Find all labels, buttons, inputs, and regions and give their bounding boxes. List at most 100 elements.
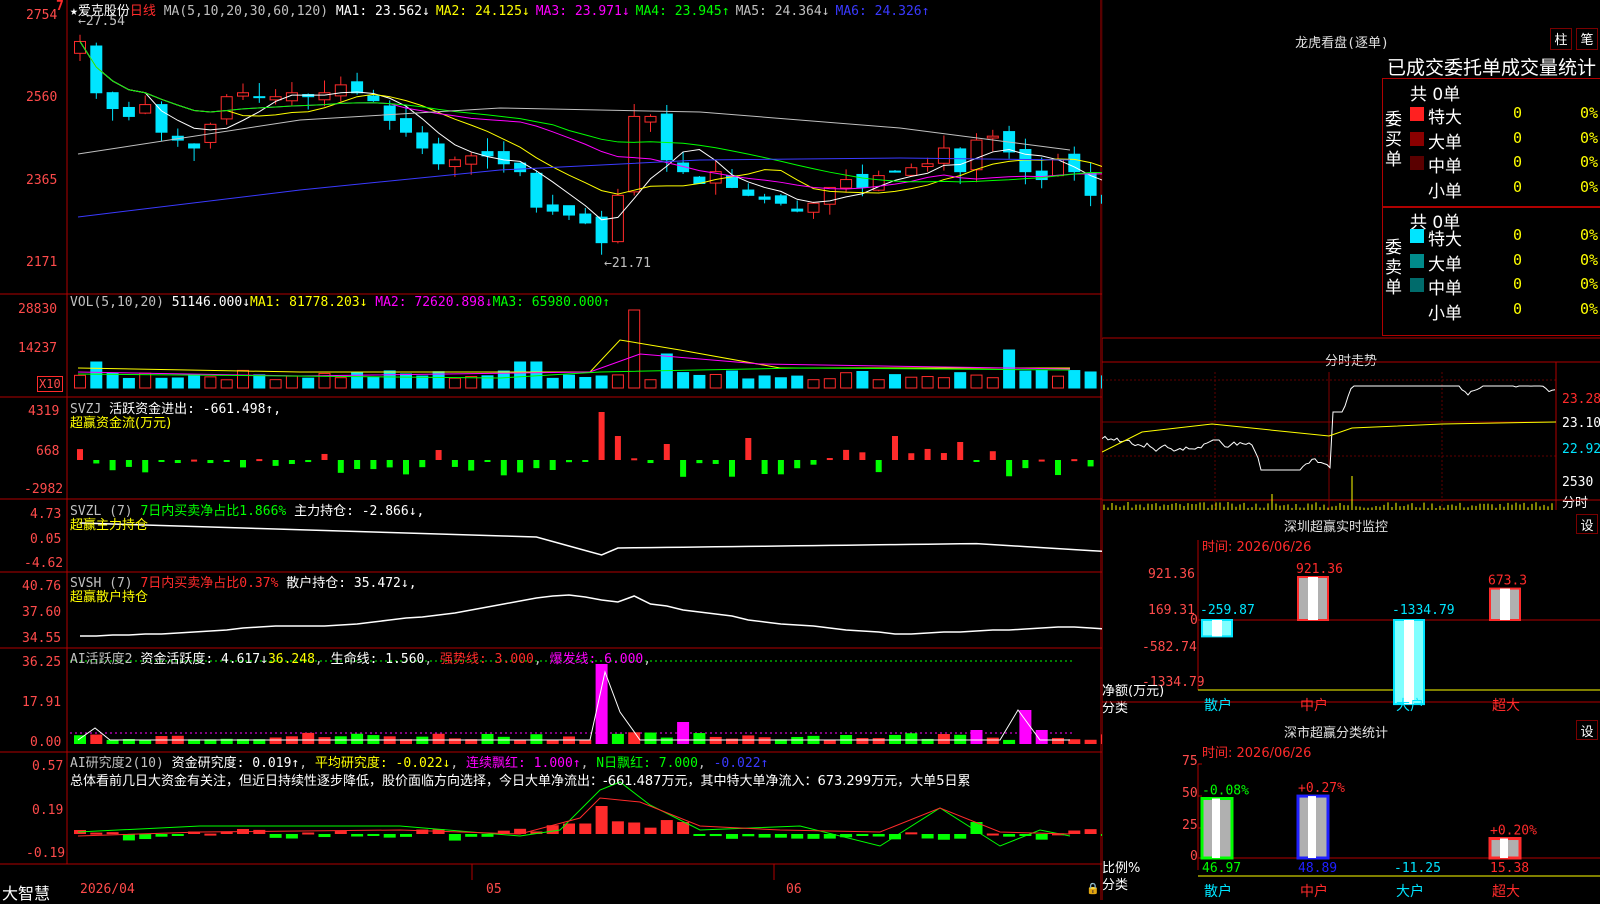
flow-bar [533, 460, 540, 469]
flow-bar [93, 460, 100, 464]
candle-body [351, 81, 364, 94]
volume-bar [823, 378, 836, 389]
ma-value-5: MA5: 24.364↓ [735, 4, 830, 19]
volume-bar [840, 372, 853, 389]
volume-bar [546, 377, 559, 389]
vol-unit-badge[interactable]: X10 [37, 376, 63, 392]
activity-bar [1003, 739, 1016, 744]
research-bar [106, 832, 119, 835]
ai1-ytick: 36.25 [22, 655, 62, 670]
research-bar [302, 832, 315, 835]
research-bar [481, 834, 494, 837]
class-value-label: -11.25 [1394, 861, 1441, 876]
vol-ytick: 14237 [18, 341, 58, 356]
candle-body [139, 104, 152, 114]
ai2-item4: N日飘红: 7.000 [596, 756, 698, 771]
monitor-category: 中户 [1300, 697, 1328, 714]
flow-bar [125, 460, 132, 467]
period-label[interactable]: 日线 [130, 4, 156, 19]
research-bar [611, 821, 624, 834]
candle-body [889, 170, 901, 173]
research-bar [807, 834, 820, 839]
flow-bar [729, 460, 735, 477]
ma-value-6: MA6: 24.326↑ [835, 4, 930, 19]
ai1-ytick: 0.00 [30, 735, 62, 750]
flow-bar [468, 460, 475, 471]
svzl-ytick: -4.62 [24, 556, 64, 571]
flow-bar [484, 460, 491, 462]
flow-bar [517, 460, 524, 473]
svzj-ytick: 668 [36, 444, 60, 459]
class-delta-label: +0.27% [1298, 781, 1345, 796]
research-bar [204, 833, 217, 836]
monitor-bar-label: 921.36 [1296, 562, 1343, 577]
activity-bar [872, 738, 885, 744]
flow-bar [142, 460, 149, 473]
activity-bar [351, 733, 364, 744]
ai2-summary: 总体看前几日大资金有关注，但近日持续性逐步降低，股价面临方向选择，今日大单净流出… [70, 774, 971, 789]
ai1-item4: 强势线: 3.000 [440, 652, 534, 667]
flow-bar [109, 460, 116, 471]
volume-bar [302, 377, 315, 389]
class-delta-label: +0.20% [1490, 824, 1537, 839]
flow-bar [207, 460, 214, 464]
activity-bar [1052, 737, 1064, 744]
volume-bar [693, 374, 706, 389]
volume-bar [872, 379, 885, 389]
ma-value-2: MA2: 24.125↓ [435, 4, 530, 19]
volume-bar [644, 379, 657, 389]
flow-bar [305, 460, 312, 463]
volume-bar [253, 374, 266, 389]
lock-icon[interactable]: 🔒 [1086, 882, 1100, 895]
kline-chart-area[interactable]: ★爱克股份日线 MA(5,10,20,30,60,120) MA1: 23.56… [0, 0, 1130, 903]
activity-bar [432, 733, 445, 744]
candle-body [432, 143, 445, 165]
volume-bar [628, 309, 641, 389]
ma-value-1: MA1: 23.562↓ [335, 4, 430, 19]
class-bar-highlight [1500, 838, 1508, 858]
candle-body [383, 105, 396, 121]
research-bar [171, 834, 184, 836]
flow-bar [435, 450, 442, 460]
right-panel-canvas: -259.87 散户 921.36 中户 -1334.79 大户 673.3 超大 -0.08%… [1102, 0, 1600, 900]
activity-bar [677, 722, 690, 744]
activity-bar [693, 733, 706, 744]
activity-bar [954, 734, 967, 744]
candle-body [970, 139, 983, 171]
research-bar [285, 834, 298, 839]
activity-bar [758, 737, 771, 744]
volume-bar [579, 376, 592, 389]
research-bar [628, 822, 641, 834]
volume-bar [1084, 371, 1097, 389]
flow-bar [240, 460, 246, 468]
volume-bar [986, 377, 999, 389]
flow-bar [663, 444, 670, 460]
candle-body [448, 159, 461, 168]
volume-bar [563, 374, 575, 389]
activity-bar [595, 664, 608, 744]
volume-bar [742, 378, 755, 389]
flow-bar [1006, 460, 1013, 477]
monitor-bar-highlight [1212, 620, 1222, 637]
volume-bar [774, 377, 787, 389]
ai1-item2: 36.248 [267, 652, 315, 667]
activity-bar [318, 737, 331, 744]
brand-logo[interactable]: 大智慧 [2, 880, 50, 904]
candle-body [1084, 172, 1097, 196]
flow-bar [500, 460, 507, 476]
flow-bar [419, 460, 426, 468]
svsh-ytick: 37.60 [22, 605, 62, 620]
research-bar [351, 834, 364, 837]
class-value-label: 15.38 [1490, 861, 1529, 876]
flow-bar [174, 460, 181, 464]
volume-bar [921, 376, 934, 389]
flow-bar [973, 460, 980, 462]
research-bar [905, 832, 918, 835]
candle-body [986, 135, 999, 139]
svsh-ytick: 40.76 [22, 579, 62, 594]
star-icon[interactable]: ★ [70, 4, 78, 19]
volume-bar [220, 379, 233, 389]
flow-bar [549, 460, 556, 471]
flow-bar [712, 460, 719, 464]
candle-body [106, 92, 119, 110]
